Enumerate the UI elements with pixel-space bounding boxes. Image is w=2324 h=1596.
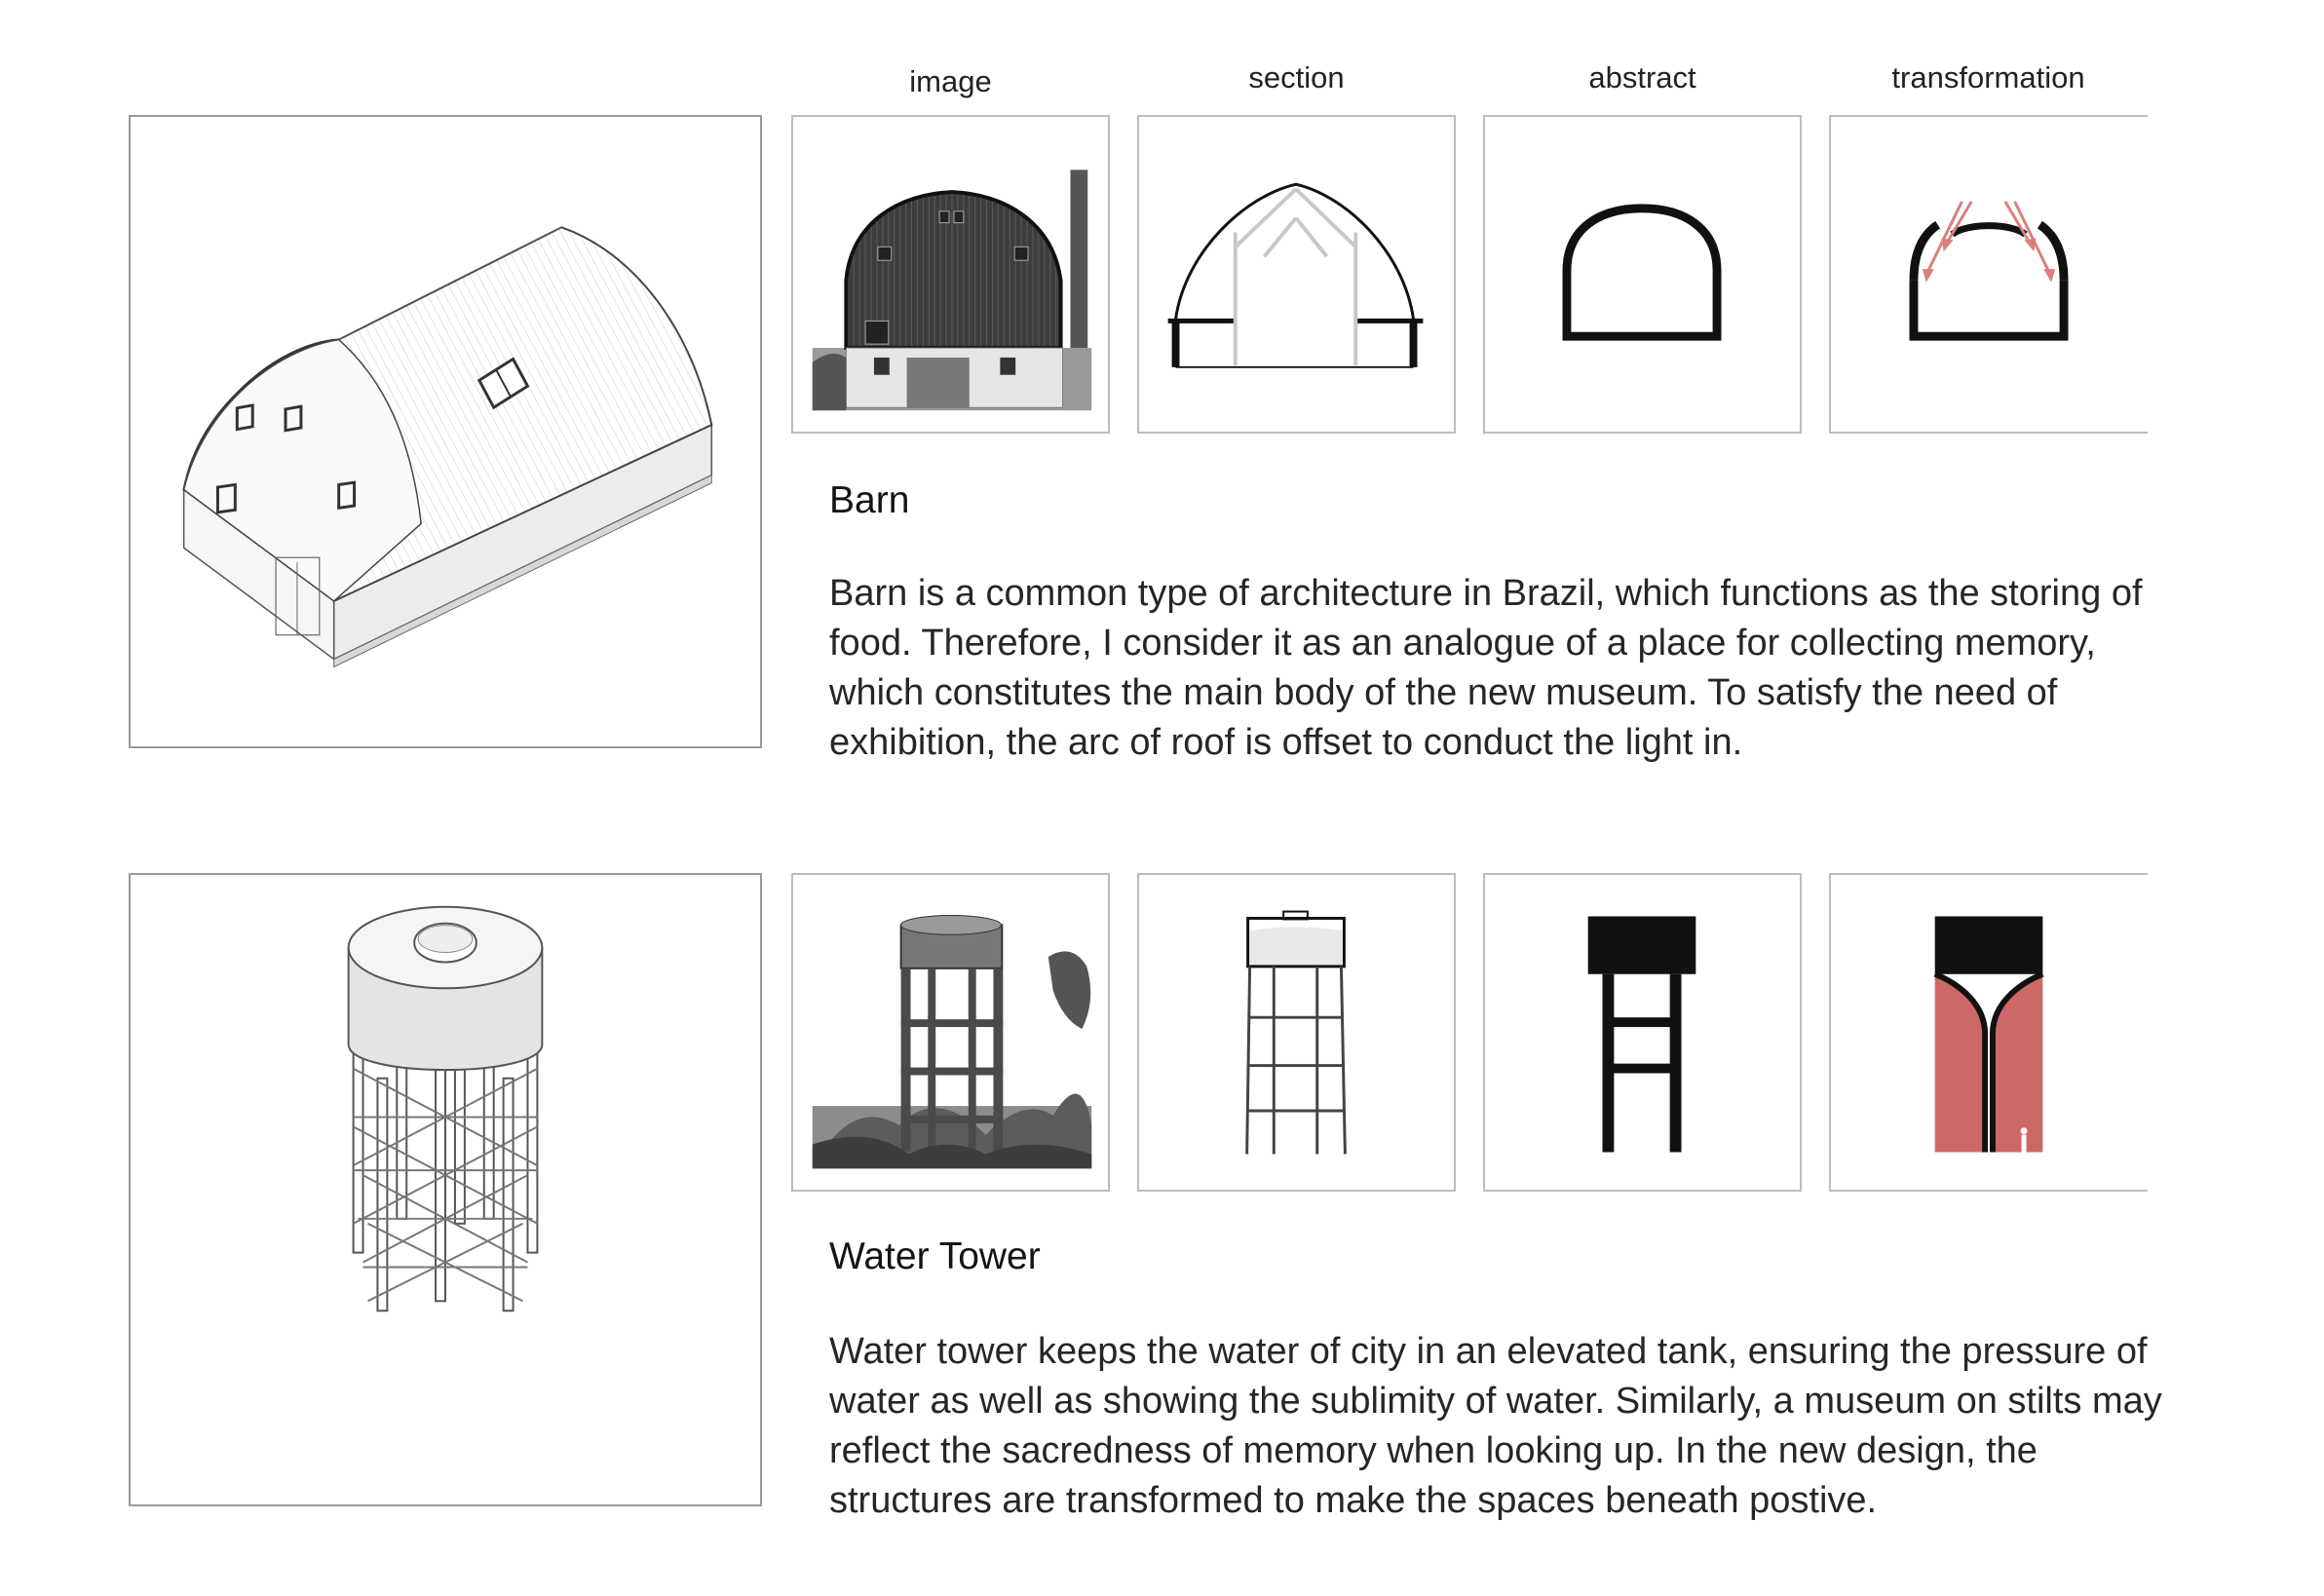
water-tower-abstract-drawing: [1587, 916, 1696, 1153]
water-tower-section-drawing: [1245, 910, 1347, 1155]
barn-title: Barn: [829, 479, 910, 521]
water-tower-photo-illustration: [812, 914, 1092, 1169]
water-tower-transformation-drawing: [1933, 916, 2044, 1153]
water-tower-title: Water Tower: [829, 1235, 1041, 1277]
water-tower-photo: [791, 873, 1110, 1192]
barn-transformation: [1829, 115, 2148, 434]
barn-abstract-drawing: [1562, 204, 1722, 341]
barn-photo-illustration: [812, 170, 1092, 411]
column-header-image: image: [909, 64, 992, 98]
column-header-section: section: [1248, 60, 1345, 95]
water-tower-transformation: [1829, 873, 2148, 1192]
barn-axonometric: [129, 115, 762, 748]
barn-photo: [791, 115, 1110, 434]
water-tower-abstract: [1483, 873, 1802, 1192]
water-tower-section: [1137, 873, 1456, 1192]
barn-description: Barn is a common type of architecture in…: [829, 573, 2143, 763]
barn-abstract: [1483, 115, 1802, 434]
column-header-abstract: abstract: [1588, 60, 1696, 95]
water-tower-description: Water tower keeps the water of city in a…: [829, 1331, 2162, 1521]
barn-transformation-drawing: [1909, 201, 2069, 341]
barn-axonometric-drawing: [182, 226, 713, 668]
water-tower-axonometric-drawing: [347, 905, 544, 1312]
water-tower-axonometric: [129, 873, 762, 1506]
column-header-transformation: transformation: [1891, 60, 2085, 95]
barn-section: [1137, 115, 1456, 434]
barn-section-drawing: [1167, 182, 1424, 368]
